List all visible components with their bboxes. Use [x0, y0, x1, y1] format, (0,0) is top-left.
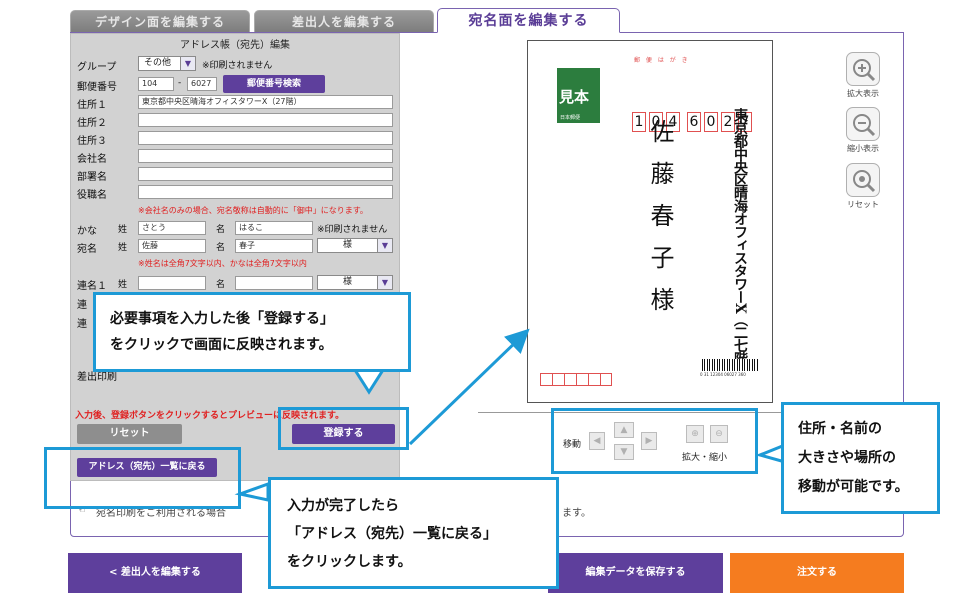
layout-callout-line2: 大きさや場所の [798, 450, 896, 466]
back-callout: 入力が完了したら 「アドレス（宛先）一覧に戻る」 をクリックします。 [268, 477, 559, 589]
register-callout-line2: をクリックで画面に反映されます。 [110, 337, 333, 353]
back-callout-line2: 「アドレス（宛先）一覧に戻る」 [287, 526, 497, 542]
back-callout-line3: をクリックします。 [287, 554, 412, 570]
register-callout: 必要事項を入力した後「登録する」 をクリックで画面に反映されます。 [93, 292, 411, 372]
back-callout-line1: 入力が完了したら [287, 498, 399, 514]
register-callout-line1: 必要事項を入力した後「登録する」 [110, 311, 334, 327]
layout-callout-line1: 住所・名前の [798, 421, 882, 437]
layout-callout: 住所・名前の 大きさや場所の 移動が可能です。 [781, 402, 940, 514]
layout-callout-line3: 移動が可能です。 [798, 479, 909, 495]
